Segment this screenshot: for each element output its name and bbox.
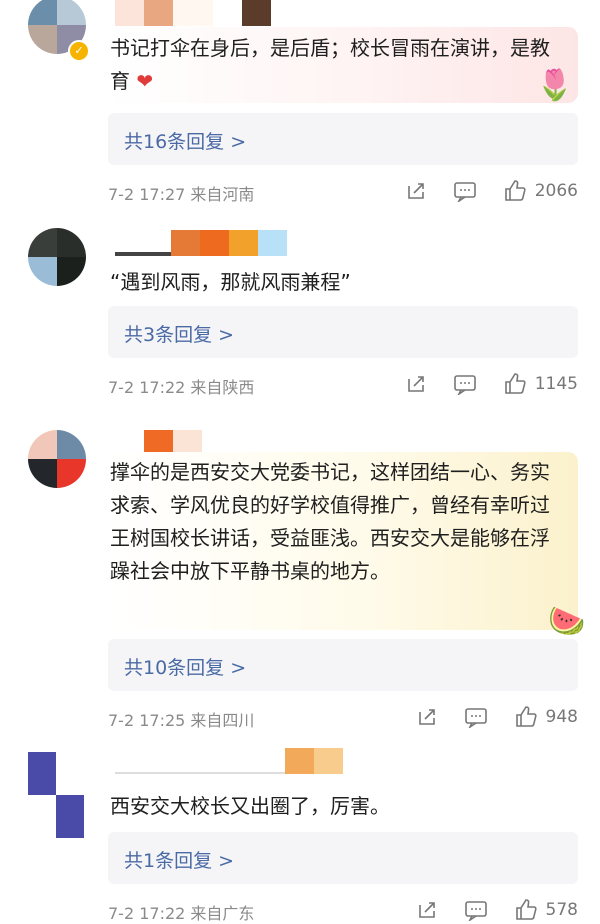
like-button[interactable]: 948 [514, 705, 578, 729]
comment-meta: 7-2 17:27 来自河南 [108, 185, 255, 204]
like-count: 1145 [534, 374, 578, 394]
username[interactable] [115, 230, 287, 256]
comment-text: 西安交大校长又出圈了，厉害。 [110, 790, 550, 823]
share-button[interactable] [416, 899, 438, 921]
thumbs-up-icon [515, 899, 537, 920]
avatar[interactable] [28, 430, 86, 488]
like-button[interactable]: 578 [514, 898, 578, 922]
share-icon [418, 709, 435, 725]
like-button[interactable]: 1145 [503, 372, 578, 396]
like-count: 948 [545, 707, 578, 727]
avatar[interactable] [28, 228, 86, 286]
view-replies-button[interactable]: 共16条回复 > [108, 113, 578, 165]
share-button[interactable] [416, 706, 438, 728]
share-icon [407, 376, 424, 392]
comment-text-content: “遇到风雨，那就风雨兼程” [110, 270, 351, 294]
replies-label: 共10条回复 > [124, 657, 247, 679]
heart-icon: ❤ [136, 69, 154, 93]
comment-icon [453, 182, 476, 202]
comment-button[interactable] [464, 706, 488, 728]
comment-text: “遇到风雨，那就风雨兼程” [110, 266, 550, 299]
comment-text: 撑伞的是西安交大党委书记，这样团结一心、务实求索、学风优良的好学校值得推广，曾经… [110, 456, 550, 588]
comment-text-content: 书记打伞在身后，是后盾；校长冒雨在演讲，是教育 [110, 36, 550, 93]
replies-label: 共3条回复 > [124, 324, 235, 346]
like-count: 578 [545, 900, 578, 920]
like-count: 2066 [534, 181, 578, 201]
replies-label: 共16条回复 > [124, 131, 247, 153]
comment-icon [464, 708, 487, 728]
thumbs-up-icon [515, 706, 537, 727]
comment-meta: 7-2 17:22 来自广东 [108, 904, 255, 923]
comment-actions: 578 [416, 898, 578, 922]
comment-actions: 2066 [405, 179, 578, 203]
watermelon-sticker-icon: 🍉 [548, 604, 586, 639]
share-icon [407, 183, 424, 199]
verified-badge-icon: ✓ [68, 40, 90, 62]
comment-meta: 7-2 17:25 来自四川 [108, 711, 255, 730]
like-button[interactable]: 2066 [503, 179, 578, 203]
comment-button[interactable] [453, 180, 477, 202]
comment-text-content: 西安交大校长又出圈了，厉害。 [110, 794, 390, 818]
view-replies-button[interactable]: 共1条回复 > [108, 832, 578, 884]
comment-button[interactable] [464, 899, 488, 921]
share-button[interactable] [405, 180, 427, 202]
comment-text: 书记打伞在身后，是后盾；校长冒雨在演讲，是教育 ❤ [110, 32, 550, 98]
view-replies-button[interactable]: 共3条回复 > [108, 306, 578, 358]
share-icon [418, 902, 435, 918]
username[interactable] [115, 748, 343, 774]
comment-text-content: 撑伞的是西安交大党委书记，这样团结一心、务实求索、学风优良的好学校值得推广，曾经… [110, 460, 550, 583]
comment-icon [453, 375, 476, 395]
view-replies-button[interactable]: 共10条回复 > [108, 639, 578, 691]
comment-icon [464, 901, 487, 921]
thumbs-up-icon [504, 180, 526, 201]
comment-actions: 948 [416, 705, 578, 729]
avatar[interactable] [28, 752, 84, 838]
comment-meta: 7-2 17:22 来自陕西 [108, 378, 255, 397]
username[interactable] [115, 0, 271, 26]
comment-button[interactable] [453, 373, 477, 395]
tulip-sticker-icon: 🌷 [536, 68, 574, 103]
share-button[interactable] [405, 373, 427, 395]
replies-label: 共1条回复 > [124, 850, 235, 872]
thumbs-up-icon [504, 373, 526, 394]
comment-actions: 1145 [405, 372, 578, 396]
